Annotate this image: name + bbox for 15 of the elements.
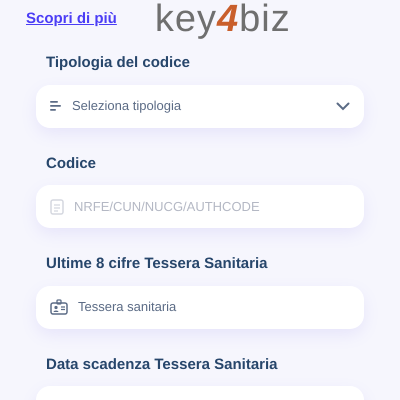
placeholder-text: Seleziona tipologia <box>72 97 182 116</box>
learn-more-link[interactable]: Scopri di più <box>26 8 117 30</box>
id-card-icon <box>50 299 68 315</box>
placeholder-text: Tessera sanitaria <box>78 298 178 316</box>
input-field[interactable]: Tessera sanitaria <box>36 286 364 328</box>
logo: key4biz <box>154 0 291 38</box>
field-label: Tipologia del codice <box>45 53 191 73</box>
lines-icon <box>50 101 62 111</box>
field-label: Data scadenza Tessera Sanitaria <box>45 354 279 374</box>
type-dropdown[interactable]: Seleziona tipologia <box>36 84 364 128</box>
field-label: Ultime 8 cifre Tessera Sanitaria <box>45 254 268 274</box>
placeholder-text: NRFE/CUN/NUCG/AUTHCODE <box>74 198 261 216</box>
document-icon <box>50 198 64 214</box>
chevron-down-icon <box>336 102 350 110</box>
field-label: Codice <box>45 154 98 174</box>
